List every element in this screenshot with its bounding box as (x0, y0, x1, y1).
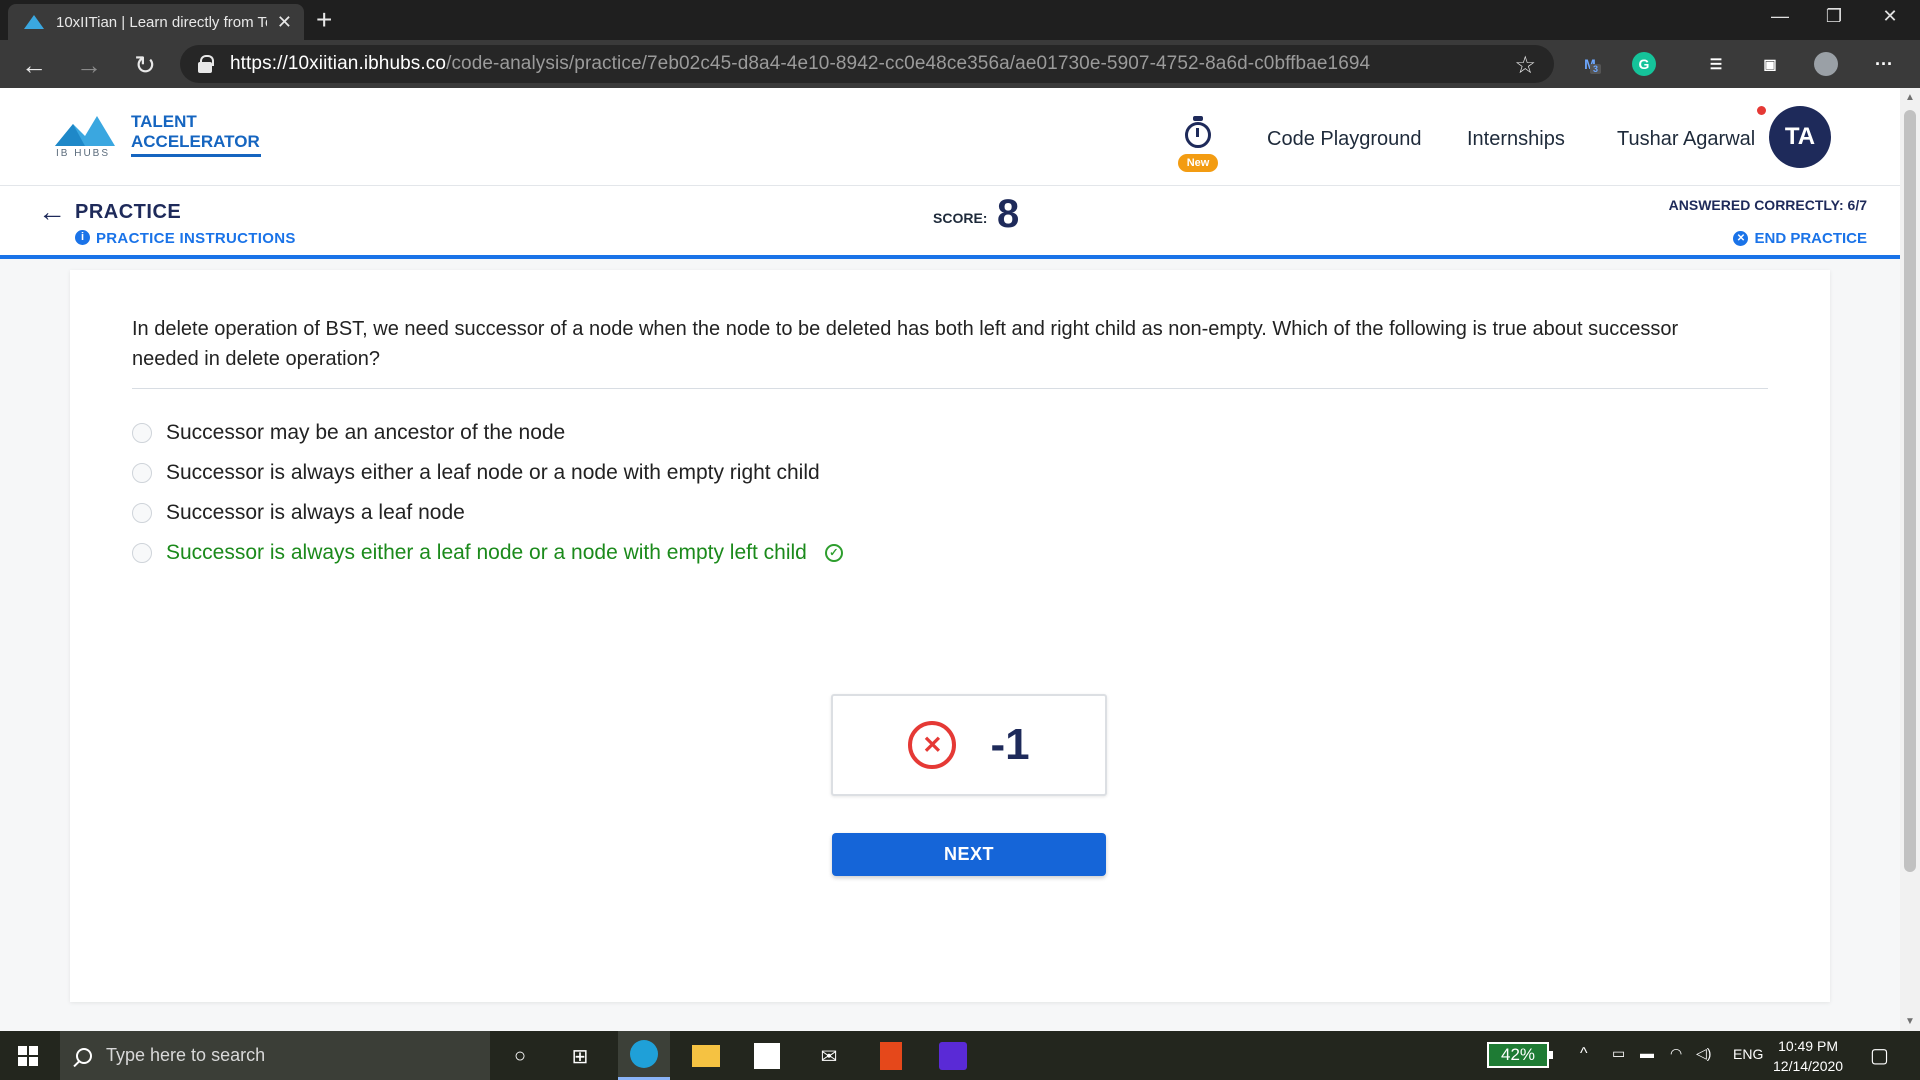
meet-now-icon[interactable]: ▭ (1612, 1045, 1625, 1062)
system-clock[interactable]: 10:49 PM 12/14/2020 (1773, 1036, 1843, 1076)
edge-browser-icon[interactable] (618, 1031, 670, 1080)
file-explorer-icon[interactable] (690, 1040, 722, 1072)
divider (132, 388, 1768, 389)
wrong-answer-icon: ✕ (908, 721, 957, 769)
question-text: In delete operation of BST, we need succ… (132, 318, 1679, 370)
profile-icon[interactable] (1814, 52, 1838, 76)
question-card: In delete operation of BST, we need succ… (70, 270, 1830, 1002)
answered-correctly: ANSWERED CORRECTLY: 6/7 (1668, 197, 1867, 213)
end-practice-button[interactable]: ✕ END PRACTICE (1733, 230, 1867, 247)
page-scrollbar[interactable]: ▲ ▼ (1900, 88, 1920, 1031)
task-view-icon[interactable]: ⊞ (564, 1040, 596, 1072)
info-icon[interactable]: i (75, 230, 90, 245)
practice-title: PRACTICE (75, 201, 182, 223)
option-1[interactable]: Successor may be an ancestor of the node (132, 418, 565, 448)
check-circle-icon: ✓ (824, 544, 843, 562)
score-value: 8 (997, 192, 1020, 236)
option-label: Successor may be an ancestor of the node (166, 421, 566, 444)
practice-instructions-link[interactable]: PRACTICE INSTRUCTIONS (96, 230, 296, 247)
new-badge: New (1178, 154, 1218, 172)
practice-bar: ← PRACTICE i PRACTICE INSTRUCTIONS SCORE… (0, 186, 1900, 259)
more-menu-icon[interactable]: ··· (1872, 52, 1896, 76)
cortana-icon[interactable]: ○ (504, 1040, 536, 1072)
radio-button[interactable] (132, 423, 152, 443)
stopwatch-icon (1193, 116, 1203, 121)
logo-underline (131, 154, 261, 157)
score-delta: -1 (990, 720, 1030, 769)
scroll-thumb[interactable] (1904, 110, 1916, 872)
search-placeholder: Type here to search (106, 1045, 266, 1065)
url-text: https://10xiitian.ibhubs.co/code-analysi… (230, 53, 1371, 74)
lock-icon (198, 55, 214, 73)
office-icon[interactable] (875, 1040, 907, 1072)
language-indicator[interactable]: ENG (1733, 1046, 1763, 1062)
scroll-down-icon[interactable]: ▼ (1900, 1016, 1920, 1027)
mail-icon[interactable]: ✉ (813, 1040, 845, 1072)
option-label: Successor is always either a leaf node o… (166, 461, 820, 484)
windows-start-icon[interactable] (18, 1046, 38, 1066)
favorite-star-icon[interactable]: ☆ (1514, 51, 1536, 80)
site-header: IB HUBS TALENT ACCELERATOR New Code Play… (0, 88, 1900, 186)
browser-tab[interactable]: 10xIITian | Learn directly from To ✕ (8, 4, 304, 40)
restore-icon[interactable]: ❐ (1806, 0, 1862, 32)
score-label: SCORE: (933, 210, 988, 226)
result-box: ✕ -1 (831, 694, 1107, 796)
option-2[interactable]: Successor is always either a leaf node o… (132, 458, 820, 488)
taskbar-search[interactable]: Type here to search (60, 1031, 490, 1080)
volume-icon[interactable]: ◁) (1696, 1045, 1711, 1062)
amazon-music-icon[interactable] (937, 1040, 969, 1072)
tab-title: 10xIITian | Learn directly from To (56, 13, 267, 31)
close-tab-icon[interactable]: ✕ (277, 12, 292, 33)
site-favicon-icon (24, 15, 44, 29)
notification-dot (1757, 106, 1766, 115)
timer-feature[interactable]: New (1178, 116, 1220, 174)
user-name[interactable]: Tushar Agarwal (1617, 128, 1755, 151)
notifications-icon[interactable]: ▢ (1870, 1043, 1889, 1068)
radio-button[interactable] (132, 503, 152, 523)
battery-saver-icon[interactable]: ▬ (1640, 1045, 1654, 1061)
windows-taskbar: Type here to search ○ ⊞ ✉ 42% ^ ▭ ▬ ◠ ◁)… (0, 1031, 1920, 1080)
scroll-up-icon[interactable]: ▲ (1900, 92, 1920, 103)
option-label: Successor is always either a leaf node o… (166, 541, 807, 564)
stopwatch-face (1185, 122, 1211, 148)
wifi-icon[interactable]: ◠ (1670, 1045, 1682, 1062)
radio-button[interactable] (132, 463, 152, 483)
grammarly-icon[interactable]: G (1632, 52, 1656, 76)
page-content: IB HUBS TALENT ACCELERATOR New Code Play… (0, 88, 1900, 1031)
battery-indicator[interactable]: 42% (1487, 1042, 1553, 1068)
collections-icon[interactable]: ▣ (1758, 52, 1782, 76)
back-arrow-icon[interactable]: ← (38, 196, 66, 228)
back-icon[interactable]: ← (17, 48, 51, 82)
browser-tab-bar: 10xIITian | Learn directly from To ✕ + —… (0, 0, 1920, 40)
close-window-icon[interactable]: ✕ (1862, 0, 1918, 32)
extension-m-icon[interactable]: M3 (1578, 52, 1602, 76)
forward-icon[interactable]: → (72, 48, 106, 82)
radio-button[interactable] (132, 543, 152, 563)
next-button[interactable]: NEXT (832, 833, 1106, 876)
code-playground-link[interactable]: Code Playground (1267, 128, 1422, 151)
internships-link[interactable]: Internships (1467, 128, 1565, 151)
close-circle-icon: ✕ (1733, 231, 1749, 246)
refresh-icon[interactable]: ↻ (128, 48, 162, 82)
end-practice-label: END PRACTICE (1754, 230, 1867, 247)
new-tab-icon[interactable]: + (316, 4, 332, 36)
option-3[interactable]: Successor is always a leaf node (132, 498, 465, 528)
option-label: Successor is always a leaf node (166, 501, 465, 524)
store-icon[interactable] (751, 1040, 783, 1072)
avatar[interactable]: TA (1769, 106, 1831, 168)
search-icon (76, 1047, 92, 1064)
logo-subtitle: IB HUBS (56, 148, 111, 159)
logo-title[interactable]: TALENT ACCELERATOR (131, 112, 260, 152)
tray-overflow-icon[interactable]: ^ (1580, 1045, 1588, 1063)
browser-toolbar: ← → ↻ https://10xiitian.ibhubs.co/code-a… (0, 40, 1920, 88)
address-bar[interactable]: https://10xiitian.ibhubs.co/code-analysi… (180, 45, 1554, 83)
minimize-icon[interactable]: — (1752, 0, 1808, 32)
option-4-correct[interactable]: Successor is always either a leaf node o… (132, 538, 843, 568)
favorites-list-icon[interactable]: ☰ (1704, 52, 1728, 76)
